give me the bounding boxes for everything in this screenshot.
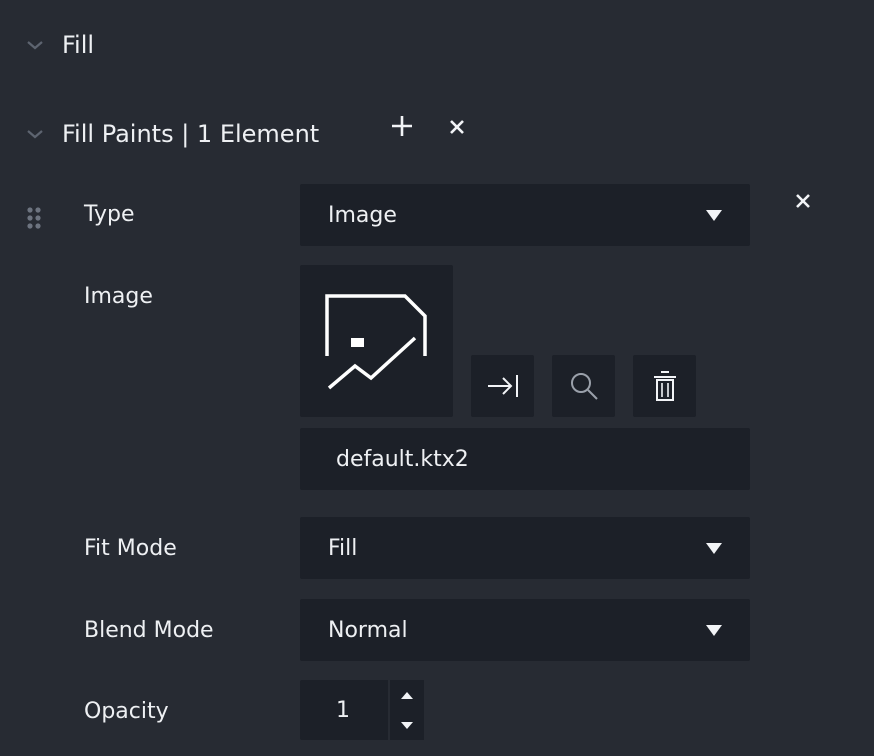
caret-down-icon (706, 542, 722, 554)
opacity-decrement-button[interactable] (390, 710, 424, 740)
close-icon (796, 194, 810, 208)
fill-section-header[interactable]: Fill (26, 30, 94, 60)
arrow-right-to-line-icon (487, 375, 518, 397)
search-icon (570, 373, 598, 400)
fill-paints-title: Fill Paints | 1 Element (62, 120, 320, 148)
opacity-stepper[interactable]: 1 (300, 680, 424, 740)
fill-paints-header[interactable]: Fill Paints | 1 Element (26, 118, 319, 150)
blend-mode-dropdown[interactable]: Normal (300, 599, 750, 661)
caret-down-icon (401, 721, 413, 729)
opacity-spinner (388, 680, 424, 740)
drag-handle-icon (27, 207, 41, 229)
caret-down-icon (706, 624, 722, 636)
chevron-down-icon (27, 130, 43, 139)
image-file-name: default.ktx2 (336, 446, 469, 472)
add-paint-button[interactable] (388, 112, 416, 140)
plus-icon (392, 116, 412, 136)
opacity-value: 1 (336, 697, 350, 723)
image-placeholder-icon (324, 294, 427, 390)
assign-image-button[interactable] (471, 355, 534, 417)
image-label: Image (84, 284, 153, 309)
image-file-field[interactable]: default.ktx2 (300, 428, 750, 490)
caret-up-icon (401, 691, 413, 699)
type-dropdown[interactable]: Image (300, 184, 750, 246)
fill-inspector-panel: Fill Fill Paints | 1 Element Type Image (0, 0, 874, 756)
chevron-down-icon (27, 41, 43, 50)
type-dropdown-value: Image (328, 202, 397, 228)
image-thumbnail[interactable] (300, 265, 453, 417)
drag-handle[interactable] (24, 204, 44, 232)
clear-paints-button[interactable] (446, 116, 468, 138)
blend-mode-value: Normal (328, 617, 408, 643)
fit-mode-value: Fill (328, 535, 358, 561)
caret-down-icon (706, 209, 722, 221)
type-label: Type (84, 202, 135, 227)
fill-section-title: Fill (62, 31, 95, 59)
fit-mode-label: Fit Mode (84, 536, 177, 561)
close-icon (450, 120, 464, 134)
blend-mode-label: Blend Mode (84, 618, 214, 643)
opacity-label: Opacity (84, 699, 169, 724)
trash-icon (653, 371, 676, 401)
remove-paint-button[interactable] (792, 190, 814, 212)
fit-mode-dropdown[interactable]: Fill (300, 517, 750, 579)
locate-image-button[interactable] (552, 355, 615, 417)
delete-image-button[interactable] (633, 355, 696, 417)
opacity-increment-button[interactable] (390, 680, 424, 710)
